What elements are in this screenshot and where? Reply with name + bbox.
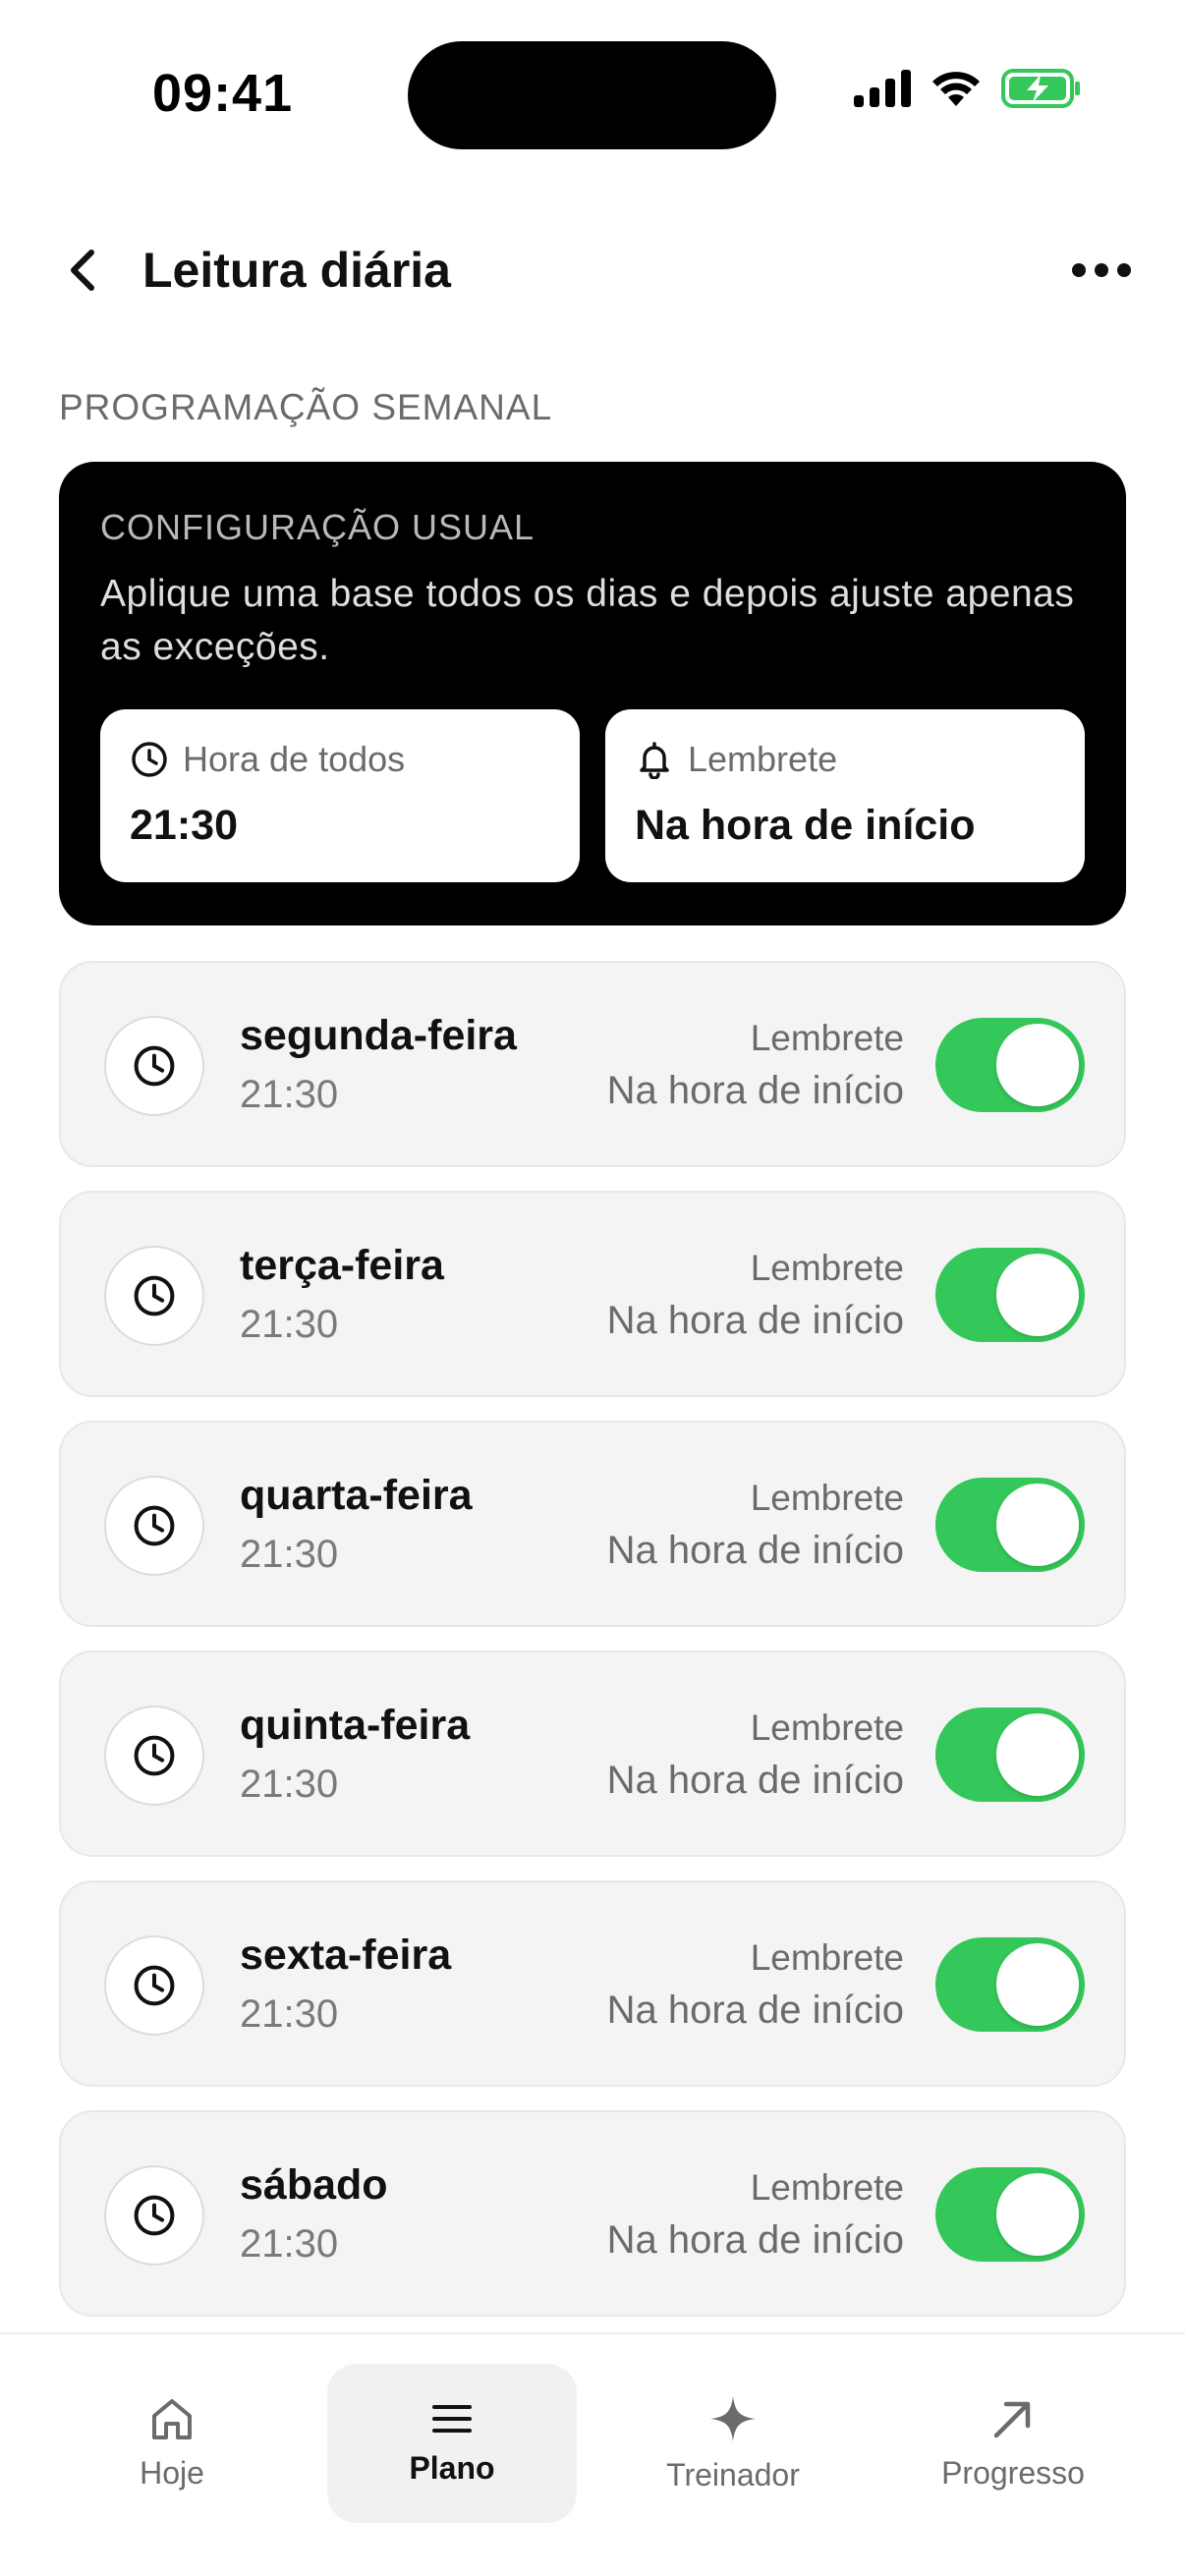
- day-time: 21:30: [240, 2222, 339, 2266]
- clock-icon: [134, 1735, 175, 1776]
- day-clock: [104, 1476, 204, 1576]
- day-row-friday[interactable]: sexta-feira 21:30 Lembrete Na hora de in…: [59, 1880, 1126, 2087]
- toggle-knob: [996, 1713, 1079, 1796]
- day-name: quarta-feira: [240, 1472, 473, 1519]
- day-row-wednesday[interactable]: quarta-feira 21:30 Lembrete Na hora de i…: [59, 1421, 1126, 1627]
- day-clock: [104, 2165, 204, 2266]
- clock-icon: [132, 742, 167, 777]
- chevron-left-icon: [71, 250, 94, 291]
- bell-icon: [640, 742, 669, 779]
- tab-plano[interactable]: Plano: [327, 2364, 577, 2523]
- back-button[interactable]: [49, 236, 118, 305]
- clock-icon: [134, 1965, 175, 2006]
- reminder-label: Lembrete: [750, 2167, 904, 2208]
- day-time: 21:30: [240, 1533, 339, 1576]
- default-reminder-label: Lembrete: [688, 739, 838, 779]
- header: Leitura diária: [0, 216, 1185, 324]
- battery-charging-icon: [1001, 69, 1080, 108]
- cellular-signal-icon: [854, 70, 911, 107]
- day-toggle[interactable]: [935, 1248, 1085, 1342]
- tab-progresso[interactable]: Progresso: [888, 2364, 1138, 2523]
- tab-hoje[interactable]: Hoje: [47, 2364, 297, 2523]
- reminder-value: Na hora de início: [606, 2218, 904, 2262]
- reminder-value: Na hora de início: [606, 1759, 904, 1802]
- day-time: 21:30: [240, 1763, 339, 1806]
- day-clock: [104, 1935, 204, 2036]
- status-bar: 09:41: [0, 0, 1185, 187]
- dynamic-island: [408, 41, 776, 149]
- config-title: CONFIGURAÇÃO USUAL: [100, 507, 536, 547]
- default-time-selector[interactable]: Hora de todos 21:30: [100, 709, 580, 882]
- default-time-value: 21:30: [130, 802, 238, 849]
- home-icon: [152, 2398, 192, 2439]
- sparkle-icon: [710, 2395, 756, 2441]
- clock-icon: [134, 1045, 175, 1087]
- day-row-saturday[interactable]: sábado 21:30 Lembrete Na hora de início: [59, 2110, 1126, 2317]
- day-clock: [104, 1246, 204, 1346]
- clock-icon: [134, 1505, 175, 1546]
- reminder-label: Lembrete: [750, 1937, 904, 1978]
- toggle-knob: [996, 2173, 1079, 2256]
- default-reminder-selector[interactable]: Lembrete Na hora de início: [605, 709, 1085, 882]
- day-toggle[interactable]: [935, 1018, 1085, 1112]
- menu-icon: [432, 2404, 472, 2433]
- tab-bar: Hoje Plano Treinador Progresso: [0, 2332, 1185, 2576]
- day-name: segunda-feira: [240, 1012, 517, 1059]
- default-reminder-value: Na hora de início: [635, 802, 976, 849]
- default-config-card: CONFIGURAÇÃO USUAL Aplique uma base todo…: [59, 462, 1126, 925]
- wifi-icon: [932, 72, 980, 106]
- day-time: 21:30: [240, 1992, 339, 2036]
- status-time: 09:41: [152, 64, 294, 123]
- day-clock: [104, 1016, 204, 1116]
- arrow-up-right-icon: [993, 2401, 1031, 2437]
- day-name: sexta-feira: [240, 1932, 452, 1979]
- day-name: sábado: [240, 2161, 388, 2209]
- day-row-tuesday[interactable]: terça-feira 21:30 Lembrete Na hora de in…: [59, 1191, 1126, 1397]
- day-time: 21:30: [240, 1073, 339, 1116]
- reminder-value: Na hora de início: [606, 1988, 904, 2032]
- default-time-label: Hora de todos: [183, 739, 406, 779]
- config-description: Aplique uma base todos os dias e depois …: [100, 573, 1075, 668]
- day-time: 21:30: [240, 1303, 339, 1346]
- toggle-knob: [996, 1943, 1079, 2026]
- day-toggle[interactable]: [935, 1478, 1085, 1572]
- reminder-value: Na hora de início: [606, 1529, 904, 1572]
- tab-label: Plano: [409, 2449, 495, 2486]
- section-label: PROGRAMAÇÃO SEMANAL: [59, 387, 553, 427]
- reminder-label: Lembrete: [750, 1248, 904, 1288]
- tab-label: Progresso: [941, 2454, 1085, 2491]
- day-name: quinta-feira: [240, 1702, 471, 1749]
- tab-treinador[interactable]: Treinador: [608, 2364, 858, 2523]
- clock-icon: [134, 1275, 175, 1316]
- day-toggle[interactable]: [935, 2167, 1085, 2262]
- more-horizontal-icon: [1072, 263, 1131, 277]
- reminder-label: Lembrete: [750, 1708, 904, 1748]
- tab-label: Hoje: [140, 2454, 204, 2491]
- day-clock: [104, 1706, 204, 1806]
- reminder-value: Na hora de início: [606, 1069, 904, 1112]
- day-row-thursday[interactable]: quinta-feira 21:30 Lembrete Na hora de i…: [59, 1651, 1126, 1857]
- reminder-label: Lembrete: [750, 1478, 904, 1518]
- day-row-monday[interactable]: segunda-feira 21:30 Lembrete Na hora de …: [59, 961, 1126, 1167]
- reminder-value: Na hora de início: [606, 1299, 904, 1342]
- day-toggle[interactable]: [935, 1937, 1085, 2032]
- status-icons: [854, 69, 1082, 108]
- tab-label: Treinador: [666, 2456, 800, 2492]
- toggle-knob: [996, 1024, 1079, 1106]
- reminder-label: Lembrete: [750, 1018, 904, 1058]
- toggle-knob: [996, 1254, 1079, 1336]
- toggle-knob: [996, 1484, 1079, 1566]
- day-name: terça-feira: [240, 1242, 444, 1289]
- clock-icon: [134, 2195, 175, 2236]
- page-title: Leitura diária: [142, 243, 451, 298]
- more-options-button[interactable]: [1057, 236, 1146, 305]
- day-toggle[interactable]: [935, 1708, 1085, 1802]
